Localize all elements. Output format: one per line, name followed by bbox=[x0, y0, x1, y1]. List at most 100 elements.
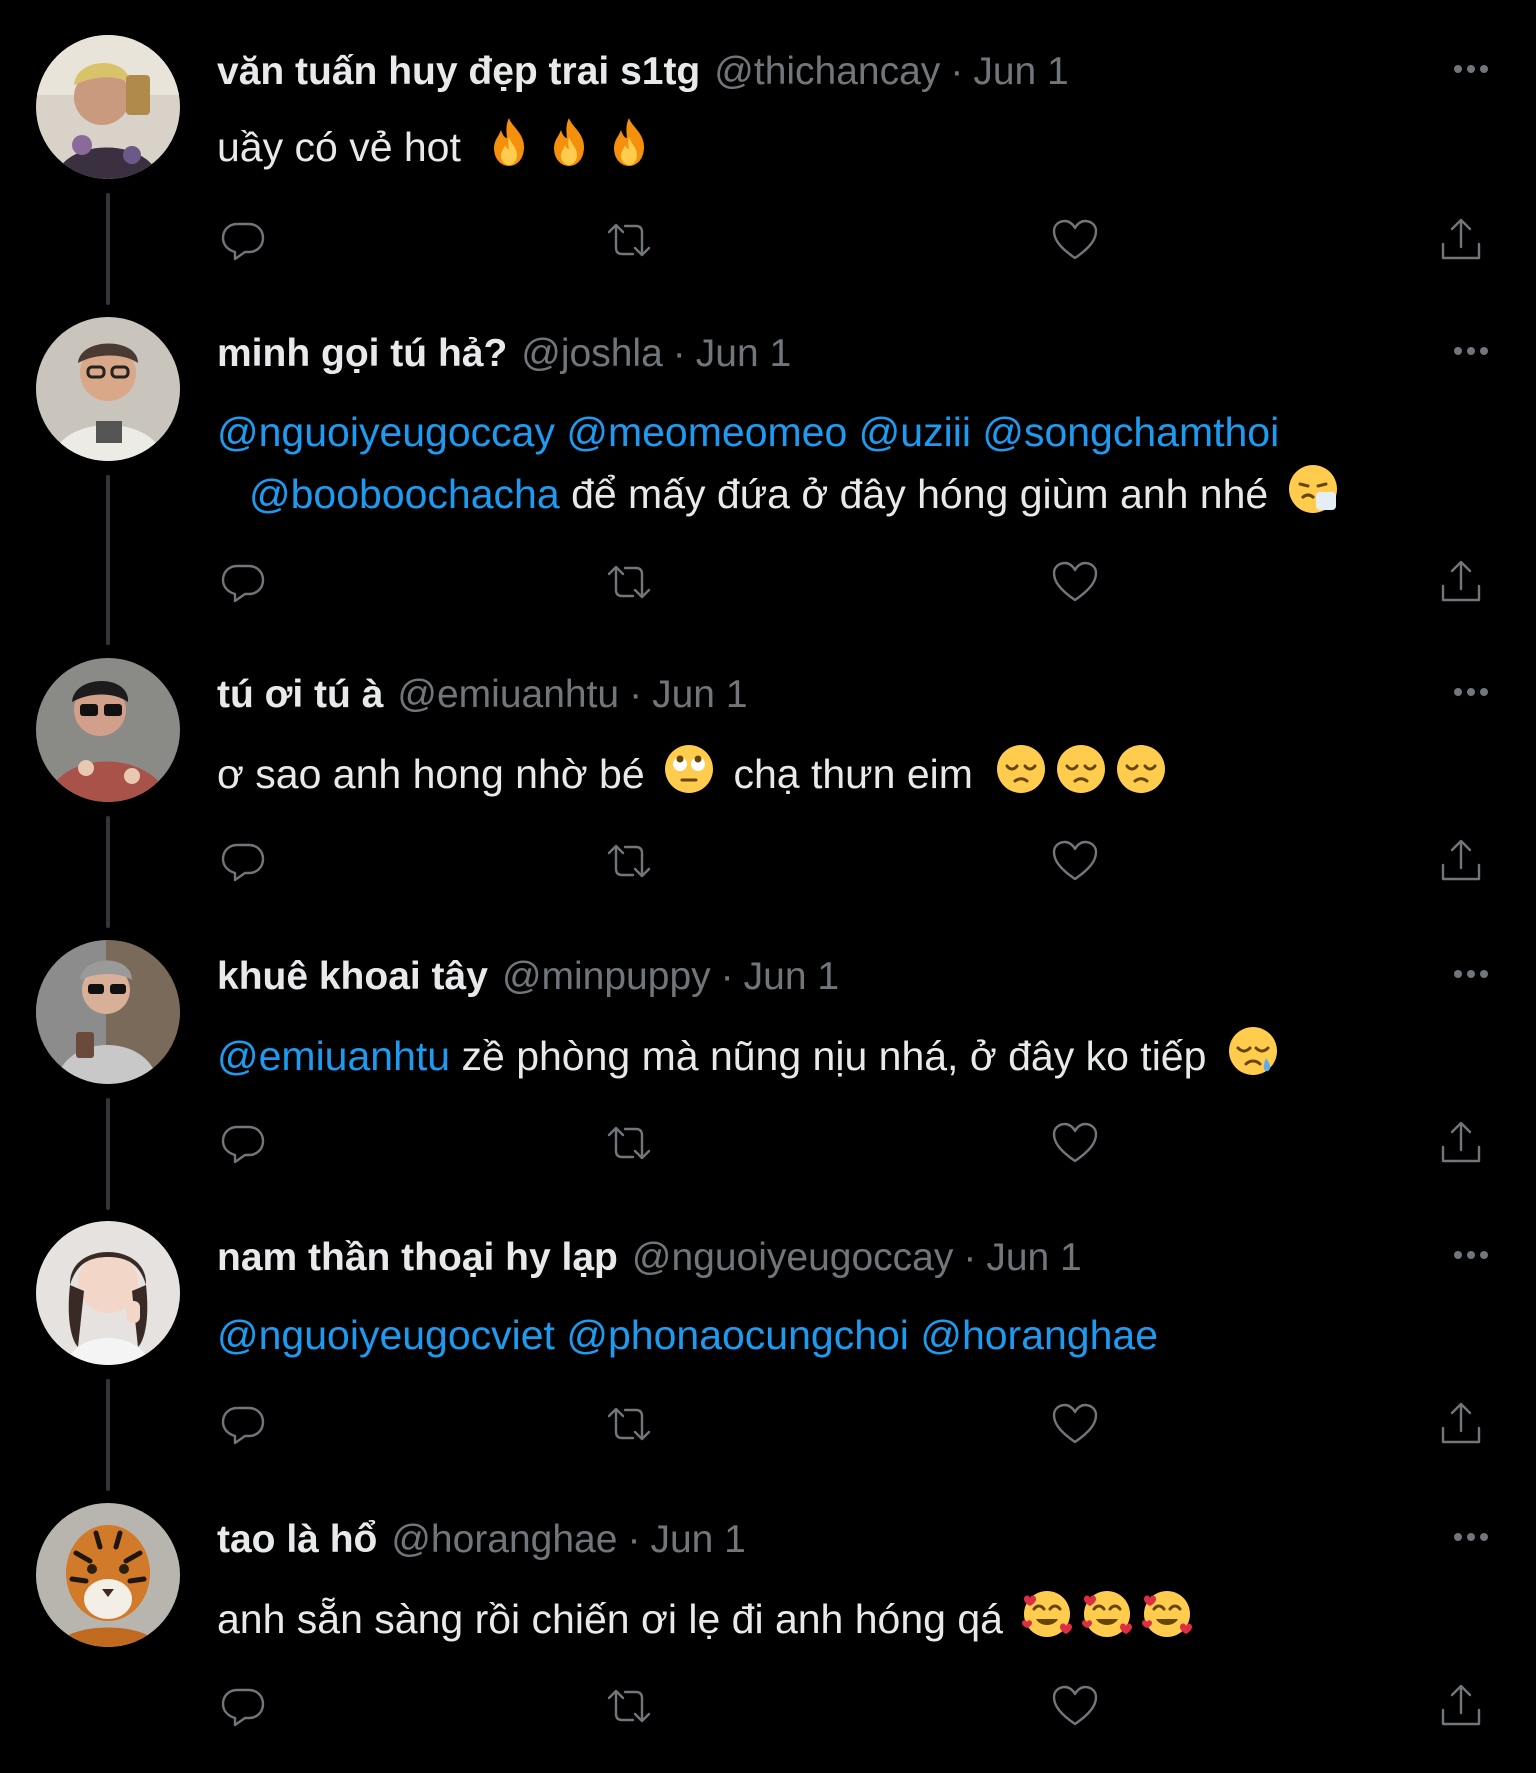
timestamp[interactable]: Jun 1 bbox=[650, 1518, 745, 1562]
avatar[interactable] bbox=[36, 658, 180, 802]
tweet-actions bbox=[0, 833, 1536, 893]
mention-link[interactable]: @meomeomeo bbox=[566, 409, 847, 455]
display-name[interactable]: minh gọi tú hả? bbox=[217, 332, 507, 376]
tweet-header: nam thần thoại hy lạp @nguoiyeugoccay · … bbox=[217, 1233, 1082, 1283]
timestamp[interactable]: Jun 1 bbox=[696, 332, 791, 376]
mention-link[interactable]: @nguoiyeugoccay bbox=[217, 409, 555, 455]
pensive-face-emoji bbox=[1054, 742, 1108, 796]
more-options-icon[interactable] bbox=[1446, 1235, 1496, 1275]
timestamp[interactable]: Jun 1 bbox=[744, 955, 839, 999]
tweet-text-content: để mấy đứa ở đây hóng giùm anh nhé bbox=[571, 471, 1269, 517]
separator-dot: · bbox=[627, 1518, 641, 1561]
tweet-actions bbox=[0, 554, 1536, 614]
tweet-text: anh sẵn sàng rồi chiến ơi lẹ đi anh hóng… bbox=[217, 1587, 1477, 1649]
more-options-icon[interactable] bbox=[1446, 672, 1496, 712]
username[interactable]: @emiuanhtu bbox=[397, 673, 619, 717]
separator-dot: · bbox=[672, 332, 686, 375]
username[interactable]: @joshla bbox=[521, 332, 663, 376]
avatar[interactable] bbox=[36, 1221, 180, 1365]
tiger-avatar[interactable] bbox=[36, 1503, 180, 1647]
tweet-actions bbox=[0, 1396, 1536, 1456]
retweet-icon[interactable] bbox=[601, 1115, 657, 1171]
display-name[interactable]: nam thần thoại hy lạp bbox=[217, 1236, 618, 1280]
like-icon[interactable] bbox=[1047, 554, 1103, 610]
fire-emoji bbox=[542, 115, 596, 169]
reply-icon[interactable] bbox=[215, 212, 271, 268]
tweet-header: khuê khoai tây @minpuppy · Jun 1 bbox=[217, 952, 839, 1002]
retweet-icon[interactable] bbox=[601, 212, 657, 268]
share-icon[interactable] bbox=[1433, 212, 1489, 268]
display-name[interactable]: khuê khoai tây bbox=[217, 955, 488, 999]
tweet-text-content: uầy có vẻ hot bbox=[217, 124, 461, 170]
mention-link[interactable]: @songchamthoi bbox=[982, 409, 1279, 455]
more-options-icon[interactable] bbox=[1446, 331, 1496, 371]
more-options-icon[interactable] bbox=[1446, 49, 1496, 89]
mention-link[interactable]: @nguoiyeugocviet bbox=[217, 1312, 555, 1358]
retweet-icon[interactable] bbox=[601, 554, 657, 610]
share-icon[interactable] bbox=[1433, 833, 1489, 889]
separator-dot: · bbox=[720, 955, 734, 998]
avatar[interactable] bbox=[36, 35, 180, 179]
username[interactable]: @thichancay bbox=[714, 50, 940, 94]
retweet-icon[interactable] bbox=[601, 833, 657, 889]
tweet-text: @nguoiyeugoccay @meomeomeo @uziii @songc… bbox=[217, 402, 1477, 524]
tweet-text-content: zề phòng mà nũng nịu nhá, ở đây ko tiếp bbox=[461, 1033, 1207, 1079]
share-icon[interactable] bbox=[1433, 1115, 1489, 1171]
sleepy-face-emoji bbox=[1226, 1024, 1280, 1078]
retweet-icon[interactable] bbox=[601, 1396, 657, 1452]
reply-icon[interactable] bbox=[215, 554, 271, 610]
separator-dot: · bbox=[950, 50, 964, 93]
tweet-text: ơ sao anh hong nhờ bé chạ thưn eim bbox=[217, 742, 1477, 804]
share-icon[interactable] bbox=[1433, 554, 1489, 610]
mention-link[interactable]: @booboochacha bbox=[249, 471, 560, 517]
display-name[interactable]: văn tuấn huy đẹp trai s1tg bbox=[217, 50, 700, 94]
pensive-face-emoji bbox=[994, 742, 1048, 796]
like-icon[interactable] bbox=[1047, 1678, 1103, 1734]
fire-emoji bbox=[482, 115, 536, 169]
tweet-header: minh gọi tú hả? @joshla · Jun 1 bbox=[217, 329, 791, 379]
avatar[interactable] bbox=[36, 317, 180, 461]
more-options-icon[interactable] bbox=[1446, 954, 1496, 994]
smiling-face-with-hearts-emoji bbox=[1080, 1587, 1134, 1641]
display-name[interactable]: tú ơi tú à bbox=[217, 673, 383, 717]
share-icon[interactable] bbox=[1433, 1396, 1489, 1452]
mention-link[interactable]: @phonaocungchoi bbox=[566, 1312, 909, 1358]
like-icon[interactable] bbox=[1047, 833, 1103, 889]
like-icon[interactable] bbox=[1047, 1396, 1103, 1452]
reply-icon[interactable] bbox=[215, 1115, 271, 1171]
reply-icon[interactable] bbox=[215, 833, 271, 889]
fire-emoji bbox=[602, 115, 656, 169]
username[interactable]: @minpuppy bbox=[502, 955, 711, 999]
share-icon[interactable] bbox=[1433, 1678, 1489, 1734]
mention-link[interactable]: @uziii bbox=[859, 409, 971, 455]
separator-dot: · bbox=[629, 673, 643, 716]
tweet-actions bbox=[0, 1115, 1536, 1175]
tweet-text: @emiuanhtu zề phòng mà nũng nịu nhá, ở đ… bbox=[217, 1024, 1477, 1086]
display-name[interactable]: tao là hổ bbox=[217, 1518, 377, 1562]
reply-icon[interactable] bbox=[215, 1396, 271, 1452]
avatar[interactable] bbox=[36, 940, 180, 1084]
like-icon[interactable] bbox=[1047, 212, 1103, 268]
like-icon[interactable] bbox=[1047, 1115, 1103, 1171]
tweet-actions bbox=[0, 212, 1536, 272]
reply-icon[interactable] bbox=[215, 1678, 271, 1734]
tweet-header: văn tuấn huy đẹp trai s1tg @thichancay ·… bbox=[217, 47, 1069, 97]
tweet-text: @nguoiyeugocviet @phonaocungchoi @horang… bbox=[217, 1305, 1477, 1365]
separator-dot: · bbox=[963, 1236, 977, 1279]
tweet-text-content: chạ thưn eim bbox=[733, 751, 973, 797]
tweet-text: uầy có vẻ hot bbox=[217, 115, 1477, 177]
timestamp[interactable]: Jun 1 bbox=[986, 1236, 1081, 1280]
smiling-face-with-hearts-emoji bbox=[1140, 1587, 1194, 1641]
more-options-icon[interactable] bbox=[1446, 1517, 1496, 1557]
mention-link[interactable]: @horanghae bbox=[920, 1312, 1158, 1358]
smiling-face-with-hearts-emoji bbox=[1020, 1587, 1074, 1641]
timestamp[interactable]: Jun 1 bbox=[973, 50, 1068, 94]
tweet-actions bbox=[0, 1678, 1536, 1738]
tweet-header: tú ơi tú à @emiuanhtu · Jun 1 bbox=[217, 670, 748, 720]
mention-link[interactable]: @emiuanhtu bbox=[217, 1033, 450, 1079]
timestamp[interactable]: Jun 1 bbox=[652, 673, 747, 717]
username[interactable]: @nguoiyeugoccay bbox=[632, 1236, 953, 1280]
retweet-icon[interactable] bbox=[601, 1678, 657, 1734]
username[interactable]: @horanghae bbox=[391, 1518, 617, 1562]
eye-roll-emoji bbox=[662, 742, 716, 796]
